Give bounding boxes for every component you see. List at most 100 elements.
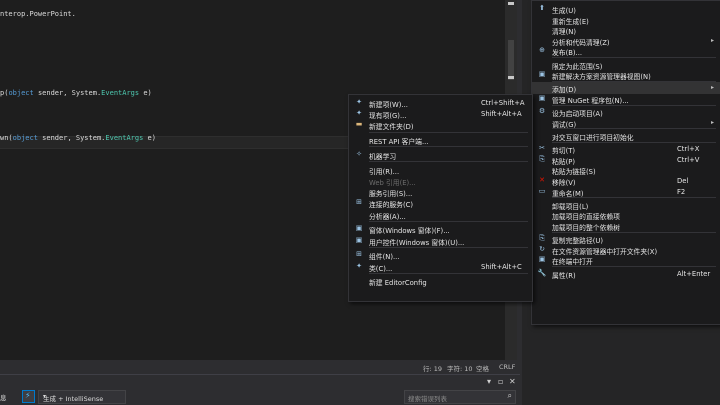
menu-icon: ✦ (356, 98, 362, 106)
menu-item-服务引用[interactable]: 服务引用(S)... (349, 186, 532, 198)
menu-item-label: 加载项目的整个依赖树 (552, 224, 620, 232)
menu-icon: ▣ (538, 255, 546, 264)
menu-icon: ✂ (539, 144, 545, 153)
menu-shortcut: Shift+Alt+A (481, 110, 522, 119)
menu-shortcut: Alt+Enter (677, 269, 711, 278)
code-token: EventArgs (105, 134, 144, 142)
menu-item-在终端中打开[interactable]: ▣ 在终端中打开 (532, 254, 720, 266)
menu-item-对交互窗口进行项目初始化[interactable]: 对交互窗口进行项目初始化 (532, 130, 720, 142)
search-icon[interactable]: ⌕ (508, 391, 512, 401)
menu-item-管理-nuget-程序包[interactable]: ▣ 管理 NuGet 程序包(N)... (532, 93, 720, 105)
filter-icon[interactable]: ⚡ (22, 390, 35, 403)
menu-icon: 🔧 (537, 268, 547, 277)
menu-item-label: 用户控件(Windows 窗体)(U)... (369, 238, 465, 247)
menu-item-label: 调试(G) (552, 120, 577, 129)
menu-shortcut: Ctrl+V (677, 155, 700, 164)
scroll-marker (508, 2, 514, 5)
menu-item-新建-editorconfig[interactable]: 新建 EditorConfig (349, 275, 532, 287)
search-placeholder: 搜索错误列表 (408, 395, 447, 403)
char-indicator[interactable]: 字符: 10 (447, 363, 473, 373)
menu-item-属性[interactable]: 🔧 属性(R) Alt+Enter (532, 268, 720, 280)
close-icon[interactable]: ✕ (509, 377, 516, 386)
scroll-thumb[interactable] (508, 40, 514, 80)
code-token: object (12, 134, 38, 142)
menu-item-连接的服务[interactable]: ⊞ 连接的服务(C) (349, 197, 532, 209)
submenu-arrow-icon: ▸ (710, 84, 714, 92)
menu-item-新建解决方案资源管理器视图[interactable]: ▣ 新建解决方案资源管理器视图(N) (532, 69, 720, 81)
code-token: e) (139, 89, 152, 97)
menu-item-label: 新建解决方案资源管理器视图(N) (552, 73, 651, 82)
menu-item-新建文件夹[interactable]: ▬ 新建文件夹(D) (349, 119, 532, 131)
build-intellisense-dropdown[interactable]: 生成 + IntelliSense ▾ (38, 390, 126, 404)
menu-item-引用[interactable]: 引用(R)... (349, 164, 532, 176)
editor-status-bar: 行: 19 字符: 10 空格 CRLF (0, 360, 520, 374)
menu-item-重命名[interactable]: ▭ 重命名(M) F2 (532, 186, 720, 198)
menu-item-label: 新建 EditorConfig (369, 279, 427, 288)
menu-item-分析器[interactable]: 分析器(A)... (349, 209, 532, 221)
chevron-down-icon: ▾ (43, 393, 47, 400)
menu-shortcut: Shift+Alt+C (481, 262, 522, 271)
menu-icon: ⬆ (539, 4, 545, 12)
add-submenu: ✦ 新建项(W)... Ctrl+Shift+A ✦ 现有项(G)... Shift+Al… (348, 94, 533, 302)
code-line-3: wn(object sender, System.EventArgs e) (0, 134, 156, 142)
code-token: sender, System. (33, 89, 102, 97)
code-line-1: nterop.PowerPoint. (0, 10, 76, 18)
line-indicator[interactable]: 行: 19 (423, 363, 442, 373)
menu-icon: ⚙ (538, 107, 546, 116)
error-list-toolbar: 息 ⚡ 生成 + IntelliSense ▾ 搜索错误列表 ⌕ (0, 387, 520, 405)
menu-icon: ▬ (355, 120, 363, 129)
menu-item-发布[interactable]: ⊕ 发布(B)... (532, 45, 720, 57)
menu-item-现有项[interactable]: ✦ 现有项(G)... Shift+Alt+A (349, 108, 532, 120)
menu-item-调试[interactable]: 调试(G) ▸ (532, 117, 720, 129)
messages-label: 息 (0, 394, 7, 402)
menu-item-label: 类(C)... (369, 264, 393, 273)
dropdown-arrow-icon[interactable]: ▾ (487, 377, 491, 386)
menu-icon: ▣ (538, 94, 546, 102)
menu-icon: ▣ (355, 235, 363, 244)
menu-separator (369, 272, 528, 274)
menu-shortcut: Del (677, 177, 689, 185)
menu-icon: ▣ (538, 70, 546, 79)
menu-item-加载项目的整个依赖树[interactable]: 加载项目的整个依赖树 (532, 220, 720, 232)
menu-separator (369, 161, 528, 163)
submenu-arrow-icon: ▸ (710, 118, 714, 126)
line-ending-indicator[interactable]: CRLF (499, 363, 515, 371)
code-token: nterop.PowerPoint. (0, 10, 76, 18)
code-token: sender, System. (37, 134, 106, 142)
menu-icon: ✦ (356, 109, 362, 118)
menu-item-新建项[interactable]: ✦ 新建项(W)... Ctrl+Shift+A (349, 97, 532, 109)
menu-icon: ⊞ (356, 198, 362, 207)
menu-item-用户控件[interactable]: ▣ 用户控件(Windows 窗体)(U)... (349, 235, 532, 247)
menu-item-label: 管理 NuGet 程序包(N)... (552, 97, 629, 105)
menu-separator (369, 146, 528, 148)
menu-item-组件[interactable]: ⊞ 组件(N)... (349, 249, 532, 261)
menu-item-类[interactable]: ✦ 类(C)... Shift+Alt+C (349, 261, 532, 273)
menu-icon: ⎘ (539, 154, 545, 163)
menu-item-机器学习[interactable]: ✧ 机器学习 (349, 149, 532, 161)
pin-icon[interactable]: ▫ (498, 377, 503, 386)
menu-separator (369, 246, 528, 248)
menu-item-web-引用[interactable]: Web 引用(E)... (349, 175, 532, 187)
menu-item-label: REST API 客户端... (369, 138, 429, 147)
menu-icon: ↻ (539, 244, 545, 253)
error-list-header: ▾ ▫ ✕ (0, 374, 520, 388)
menu-icon: ⎘ (539, 234, 545, 243)
menu-icon: ⊕ (539, 46, 545, 55)
menu-icon: ✦ (356, 261, 362, 270)
menu-shortcut: Ctrl+Shift+A (481, 99, 525, 107)
menu-shortcut: Ctrl+X (677, 145, 700, 154)
menu-item-label: 发布(B)... (552, 49, 583, 58)
menu-separator (369, 220, 528, 222)
menu-icon: ✧ (356, 150, 362, 158)
menu-item-窗体[interactable]: ▣ 窗体(Windows 窗体)(F)... (349, 223, 532, 235)
project-context-menu: ⬆ 生成(U) 重新生成(E) 清理(N) 分析和代码清理(Z) ▸ ⊕ 发布(B)... 限定… (531, 0, 720, 325)
menu-item-label: 对交互窗口进行项目初始化 (552, 134, 634, 142)
menu-icon: ▭ (538, 186, 546, 195)
scroll-marker (508, 76, 514, 79)
menu-icon: ⊞ (356, 250, 362, 259)
error-list-search[interactable]: 搜索错误列表 ⌕ (404, 390, 516, 404)
menu-icon: ▣ (355, 224, 363, 233)
whitespace-indicator[interactable]: 空格 (476, 363, 489, 373)
menu-item-rest-api-客户端[interactable]: REST API 客户端... (349, 134, 532, 146)
code-token: wn( (0, 134, 13, 142)
